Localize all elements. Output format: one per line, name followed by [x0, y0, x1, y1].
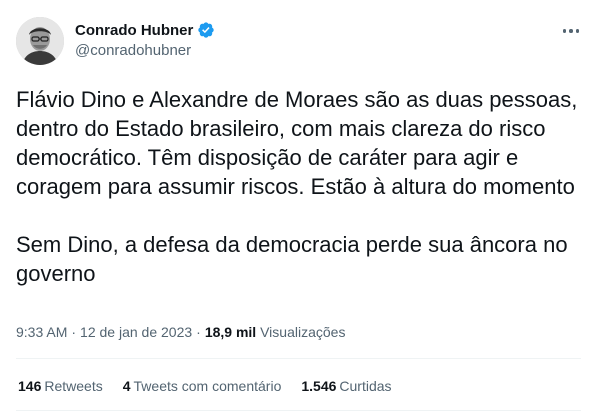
likes-count: 1.546: [301, 378, 337, 394]
quote-tweets-stat[interactable]: 4 Tweets com comentário: [123, 376, 282, 396]
likes-label: Curtidas: [339, 378, 392, 394]
tweet-card: Conrado Hubner @conradohubner Flávio Din…: [0, 0, 597, 418]
meta-separator: ·: [196, 324, 201, 340]
views-label: Visualizações: [260, 324, 346, 340]
quote-tweets-count: 4: [122, 378, 131, 394]
retweets-stat[interactable]: 146 Retweets: [18, 376, 103, 396]
more-options-icon[interactable]: [558, 20, 584, 42]
likes-stat[interactable]: 1.546 Curtidas: [301, 376, 391, 396]
tweet-meta: 9:33 AM · 12 de jan de 2023 · 18,9 mil Visua…: [16, 322, 345, 342]
author-handle[interactable]: @conradohubner: [75, 42, 191, 59]
author-name-text[interactable]: Conrado Hubner: [75, 22, 193, 39]
quote-tweets-label: Tweets com comentário: [133, 378, 282, 394]
divider: [16, 410, 581, 411]
tweet-text: Flávio Dino e Alexandre de Moraes são as…: [16, 85, 588, 288]
engagement-stats: 146 Retweets 4 Tweets com comentário 1.546…: [18, 376, 412, 396]
meta-separator: ·: [71, 324, 77, 340]
tweet-paragraph: Flávio Dino e Alexandre de Moraes são as…: [16, 87, 578, 199]
tweet-paragraph: Sem Dino, a defesa da democracia perde s…: [16, 232, 568, 286]
verified-badge-icon: [198, 22, 215, 38]
divider: [16, 358, 581, 359]
tweet-date[interactable]: 12 de jan de 2023: [80, 324, 192, 340]
avatar-photo: [16, 17, 64, 65]
avatar[interactable]: [16, 17, 64, 65]
retweets-count: 146: [18, 378, 42, 394]
author-name[interactable]: Conrado Hubner: [75, 21, 215, 39]
views-count: 18,9 mil: [204, 324, 257, 340]
retweets-label: Retweets: [44, 378, 103, 394]
tweet-time[interactable]: 9:33 AM: [16, 324, 67, 340]
